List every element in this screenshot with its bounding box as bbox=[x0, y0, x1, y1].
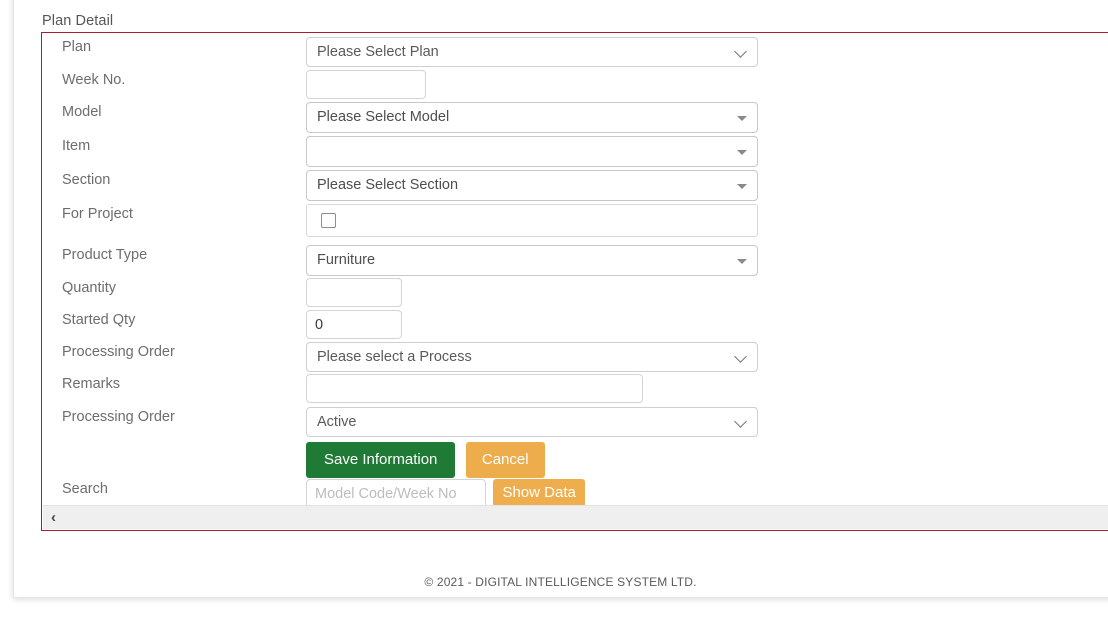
status-select-wrapper: Active bbox=[306, 407, 758, 437]
section-select-value: Please Select Section bbox=[317, 177, 459, 193]
started-qty-input[interactable] bbox=[306, 310, 402, 339]
section-select-wrapper: Please Select Section bbox=[306, 170, 758, 201]
page-title: Plan Detail bbox=[42, 13, 114, 29]
processing-order-select-wrapper: Please select a Process bbox=[306, 342, 758, 372]
search-controls: Show Data bbox=[306, 479, 585, 508]
for-project-box bbox=[306, 204, 758, 237]
caret-down-icon bbox=[737, 115, 747, 121]
caret-down-icon bbox=[737, 258, 747, 264]
item-select-wrapper bbox=[306, 136, 758, 167]
for-project-wrapper bbox=[306, 204, 758, 237]
model-select[interactable]: Please Select Model bbox=[306, 102, 758, 133]
label-for-project: For Project bbox=[62, 206, 133, 222]
form-row-item: Item bbox=[42, 136, 1108, 169]
label-quantity: Quantity bbox=[62, 280, 116, 296]
horizontal-scrollbar[interactable]: ‹ bbox=[43, 505, 1108, 529]
form-row-processing-order: Processing Order Please select a Process bbox=[42, 342, 1108, 375]
model-select-wrapper: Please Select Model bbox=[306, 102, 758, 133]
quantity-wrapper bbox=[306, 278, 402, 307]
action-buttons: Save Information Cancel bbox=[306, 442, 545, 478]
label-search: Search bbox=[62, 481, 108, 497]
caret-down-icon bbox=[737, 149, 747, 155]
model-select-value: Please Select Model bbox=[317, 109, 450, 125]
form-row-status: Processing Order Active bbox=[42, 407, 1108, 440]
label-plan: Plan bbox=[62, 39, 92, 55]
item-select[interactable] bbox=[306, 136, 758, 167]
label-item: Item bbox=[62, 138, 91, 154]
content-card: Plan Detail Plan Please Select Plan Week… bbox=[13, 0, 1108, 598]
for-project-checkbox[interactable] bbox=[321, 212, 336, 228]
chevron-down-icon bbox=[736, 46, 747, 57]
plan-detail-fieldset: Plan Please Select Plan Week No. Model P… bbox=[41, 32, 1108, 531]
form-row-product-type: Product Type Furniture bbox=[42, 245, 1108, 278]
label-model: Model bbox=[62, 104, 102, 120]
quantity-input[interactable] bbox=[306, 278, 402, 307]
form-row-remarks: Remarks bbox=[42, 374, 1108, 407]
label-product-type: Product Type bbox=[62, 247, 148, 263]
plan-select-wrapper: Please Select Plan bbox=[306, 37, 758, 67]
form-row-model: Model Please Select Model bbox=[42, 102, 1108, 135]
remarks-input[interactable] bbox=[306, 374, 643, 403]
save-button[interactable]: Save Information bbox=[306, 442, 456, 478]
form-row-quantity: Quantity bbox=[42, 278, 1108, 311]
status-select-value: Active bbox=[317, 414, 357, 430]
section-select[interactable]: Please Select Section bbox=[306, 170, 758, 201]
footer-copyright: © 2021 - DIGITAL INTELLIGENCE SYSTEM LTD… bbox=[424, 575, 697, 589]
form-row-section: Section Please Select Section bbox=[42, 170, 1108, 203]
form-row-actions: Save Information Cancel bbox=[42, 442, 1108, 482]
caret-down-icon bbox=[737, 183, 747, 189]
label-week-no: Week No. bbox=[62, 72, 126, 88]
week-no-wrapper bbox=[306, 70, 426, 99]
plan-select-value: Please Select Plan bbox=[317, 44, 439, 60]
plan-select[interactable]: Please Select Plan bbox=[306, 37, 758, 67]
chevron-left-icon[interactable]: ‹ bbox=[51, 509, 56, 526]
product-type-select[interactable]: Furniture bbox=[306, 245, 758, 276]
plan-detail-form: Plan Please Select Plan Week No. Model P… bbox=[42, 33, 1108, 530]
search-input[interactable] bbox=[306, 479, 486, 508]
form-row-plan: Plan Please Select Plan bbox=[42, 37, 1108, 70]
label-started-qty: Started Qty bbox=[62, 312, 136, 328]
form-row-week-no: Week No. bbox=[42, 70, 1108, 103]
page-root: Plan Detail Plan Please Select Plan Week… bbox=[0, 0, 1108, 624]
week-no-input[interactable] bbox=[306, 70, 426, 99]
status-select[interactable]: Active bbox=[306, 407, 758, 437]
remarks-wrapper bbox=[306, 374, 643, 403]
processing-order-select[interactable]: Please select a Process bbox=[306, 342, 758, 372]
label-processing-order: Processing Order bbox=[62, 344, 175, 360]
form-row-started-qty: Started Qty bbox=[42, 310, 1108, 343]
processing-order-select-value: Please select a Process bbox=[317, 349, 472, 365]
product-type-select-wrapper: Furniture bbox=[306, 245, 758, 276]
cancel-button[interactable]: Cancel bbox=[465, 442, 545, 478]
label-remarks: Remarks bbox=[62, 376, 121, 392]
label-section: Section bbox=[62, 172, 111, 188]
started-qty-wrapper bbox=[306, 310, 402, 339]
show-data-button[interactable]: Show Data bbox=[493, 479, 585, 507]
label-status: Processing Order bbox=[62, 409, 175, 425]
chevron-down-icon bbox=[736, 416, 747, 427]
form-row-for-project: For Project bbox=[42, 204, 1108, 237]
product-type-select-value: Furniture bbox=[317, 252, 376, 268]
chevron-down-icon bbox=[736, 351, 747, 362]
